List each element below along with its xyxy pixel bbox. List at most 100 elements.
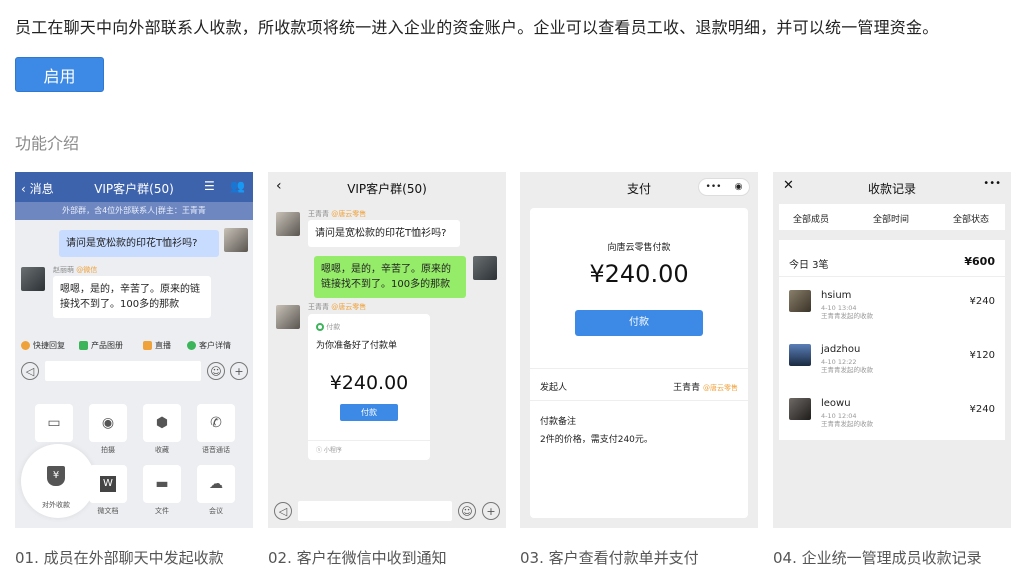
avatar [473,256,497,280]
sender-name: 王青青 @唐云零售 [308,303,367,311]
divider [530,400,748,401]
grid-label: 拍摄 [101,446,115,454]
records-title: 收款记录 [867,182,916,196]
feature-description: 员工在聊天中向外部联系人收款，所收款项将统一进入企业的资金账户。企业可以查看员工… [15,18,939,37]
quick-tools: 快捷回复 产品图册 直播 客户详情 [15,334,253,356]
voice-icon[interactable]: ◁ [21,362,39,380]
avatar [789,398,811,420]
cloud-icon[interactable]: ☁ [197,465,235,503]
step1-screenshot: ‹ 消息 VIP客户群(50) ☰ 👥 外部群，含4位外部联系人|群主：王青青 … [15,172,253,528]
avatar [276,212,300,236]
payment-detail-card: 向唐云零售付款 ¥240.00 付款 发起人 王青青 @唐云零售 付款备注 2件… [530,208,748,518]
note-label: 付款备注 [540,417,577,427]
divider [308,440,430,441]
step2-screenshot: ‹ VIP客户群(50) 王青青 @唐云零售 请问是宽松款的印花T恤衫吗? 嗯嗯… [268,172,506,528]
card-footer: ⓢ 小程序 [316,447,342,454]
initiator-name: 王青青 @唐云零售 [673,383,738,393]
grid-label: 对外收款 [42,501,70,509]
avatar [789,344,811,366]
record-name: leowu [821,398,851,409]
favorite-icon[interactable]: ⬢ [143,404,181,442]
record-meta: 4-10 12:04 王青青发起的收款 [821,412,873,428]
note-text: 2件的价格，需支付240元。 [540,435,653,445]
catalog-icon [79,341,88,350]
reply-bubble: 嗯嗯，是的，辛苦了。原来的链接找不到了。100多的那款 [314,256,466,298]
input-row: ◁ ☺ + [15,358,253,384]
card-title: 为你准备好了付款单 [316,341,398,351]
chat-subtitle: 外部群，含4位外部联系人|群主：王青青 [15,202,253,220]
section-title: 功能介绍 [15,134,80,153]
record-amount: ¥240 [969,296,995,307]
customer-detail-tool[interactable]: 客户详情 [187,340,231,351]
step-caption: 01. 成员在外部聊天中发起收款 [15,549,224,567]
records-list: 今日 3笔 ¥600 hsium 4-10 13:04 王青青发起的收款 ¥240… [779,240,1005,440]
divider [530,368,748,369]
wechat-header: ‹ VIP客户群(50) [268,172,506,202]
payment-card[interactable]: 付款 为你准备好了付款单 ¥240.00 付款 ⓢ 小程序 [308,314,430,460]
record-name: jadzhou [821,344,861,355]
record-name: hsium [821,290,852,301]
quick-reply-tool[interactable]: 快捷回复 [21,340,65,351]
product-catalog-tool[interactable]: 产品图册 [79,340,123,351]
payee-text: 向唐云零售付款 [607,243,671,253]
chat-topbar: ‹ 消息 VIP客户群(50) ☰ 👥 [15,172,253,202]
voice-icon[interactable]: ◁ [274,502,292,520]
payment-amount: ¥240.00 [589,260,689,288]
records-header: ✕ 收款记录 ••• [773,172,1011,202]
plus-icon[interactable]: + [482,502,500,520]
grid-label: 会议 [209,507,223,515]
person-icon [187,341,196,350]
step3-screenshot: 支付 ••• ◉ 向唐云零售付款 ¥240.00 付款 发起人 王青青 @唐云零售… [520,172,758,528]
folder-icon[interactable]: ▬ [143,465,181,503]
sender-name: 赵丽萌 @微信 [53,266,98,274]
doc-icon[interactable]: W [89,465,127,503]
question-bubble: 请问是宽松款的印花T恤衫吗? [308,220,460,247]
more-icon[interactable]: ••• [983,178,1001,189]
initiator-label: 发起人 [540,383,568,393]
live-tool[interactable]: 直播 [143,340,171,351]
record-amount: ¥240 [969,404,995,415]
record-meta: 4-10 12:22 王青青发起的收款 [821,358,873,374]
summary-label: 今日 3笔 [789,260,829,271]
reply-bubble: 嗯嗯，是的，辛苦了。原来的链接找不到了。100多的那款 [53,276,211,318]
pay-icon [316,323,324,331]
summary-amount: ¥600 [964,255,995,268]
avatar [789,290,811,312]
filter-member[interactable]: 全部成员 [793,212,829,225]
quick-reply-icon [21,341,30,350]
divider [779,276,1005,277]
enable-button[interactable]: 启用 [15,57,104,92]
question-bubble: 请问是宽松款的印花T恤衫吗? [59,230,219,257]
phone-icon[interactable]: ✆ [197,404,235,442]
message-input[interactable] [45,361,201,381]
filter-time[interactable]: 全部时间 [873,212,909,225]
avatar [224,228,248,252]
avatar [276,305,300,329]
miniprogram-capsule[interactable]: ••• ◉ [698,178,750,196]
step-caption: 04. 企业统一管理成员收款记录 [773,549,982,567]
chat-title: VIP客户群(50) [347,182,427,196]
contacts-icon[interactable]: 👥 [230,179,245,193]
emoji-icon[interactable]: ☺ [207,362,225,380]
step-caption: 02. 客户在微信中收到通知 [268,549,447,567]
pay-button[interactable]: 付款 [575,310,703,336]
close-target-icon[interactable]: ◉ [735,182,743,192]
emoji-icon[interactable]: ☺ [458,502,476,520]
more-icon[interactable]: ••• [706,182,722,192]
grid-label: 微文档 [97,507,119,515]
record-amount: ¥120 [969,350,995,361]
plus-icon[interactable]: + [230,362,248,380]
external-payment-icon[interactable]: ¥ [39,459,73,493]
filter-bar: 全部成员 全部时间 全部状态 [779,204,1005,230]
grid-label: 文件 [155,507,169,515]
grid-label: 收藏 [155,446,169,454]
avatar [21,267,45,291]
message-input[interactable] [298,501,452,521]
menu-icon[interactable]: ☰ [204,179,215,193]
grid-label: 语音通话 [202,446,230,454]
photo-icon[interactable]: ▭ [35,404,73,442]
card-pay-button[interactable]: 付款 [340,404,398,421]
sender-name: 王青青 @唐云零售 [308,210,367,218]
filter-status[interactable]: 全部状态 [953,212,989,225]
camera-icon[interactable]: ◉ [89,404,127,442]
